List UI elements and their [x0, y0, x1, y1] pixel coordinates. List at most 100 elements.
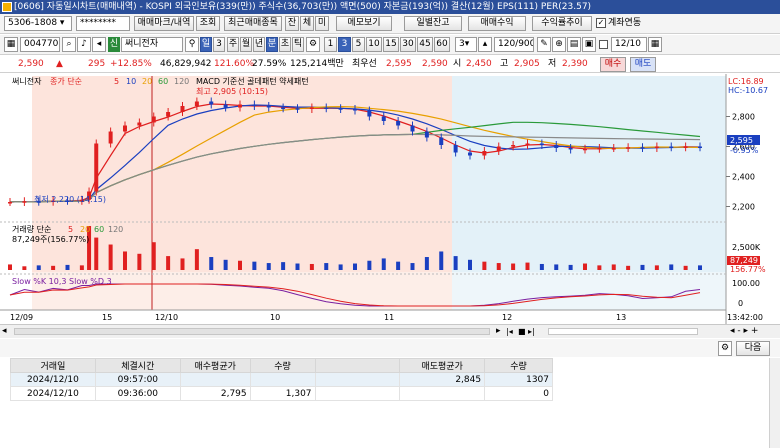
- table-row[interactable]: 2024/12/10 09:57:00 2,845 1307: [10, 372, 553, 387]
- period-minute-button[interactable]: 분: [266, 37, 278, 52]
- date-checkbox[interactable]: [599, 40, 608, 49]
- prev-stock-icon[interactable]: ◂: [92, 37, 106, 52]
- period-day-button[interactable]: 일: [200, 37, 212, 52]
- vol-ma5-legend: 5: [68, 225, 73, 234]
- volume-bar: [554, 264, 559, 270]
- table-row[interactable]: 2024/12/10 09:36:00 2,795 1,307 0: [10, 386, 553, 401]
- period-month-button[interactable]: 월: [240, 37, 252, 52]
- trade-marks-button[interactable]: 매매마크/내역: [134, 16, 194, 31]
- balance-button[interactable]: 잔: [285, 16, 299, 31]
- increment-icon[interactable]: ▴: [478, 37, 492, 52]
- scroll-right-icon[interactable]: ▸: [496, 326, 501, 337]
- account-select[interactable]: 5306-1808 ▾: [4, 16, 72, 31]
- search-icon[interactable]: ⌕: [62, 37, 76, 52]
- minute-option-45[interactable]: 45: [417, 37, 433, 52]
- profit-trend-button[interactable]: 수익률추이: [532, 16, 592, 31]
- stop-icon[interactable]: ■: [518, 326, 526, 337]
- zoom-icon[interactable]: ⊕: [552, 37, 566, 52]
- candle-body: [511, 145, 516, 147]
- memo-button[interactable]: 메모보기: [336, 16, 392, 31]
- stoch-axis-bottom: 0: [738, 299, 743, 308]
- price-legend-label: 종가 단순: [50, 76, 82, 86]
- period-year-button[interactable]: 년: [253, 37, 265, 52]
- period-second-button[interactable]: 초: [279, 37, 291, 52]
- gear-icon[interactable]: ⚙: [718, 341, 732, 356]
- volume-bar: [338, 264, 343, 270]
- volume-bar: [51, 265, 56, 270]
- daily-balance-button[interactable]: 일별잔고: [404, 16, 462, 31]
- chart-scrollbar[interactable]: [14, 328, 490, 335]
- volume-legend-label: 거래량 단순: [12, 224, 51, 234]
- x-label-12: 12: [502, 313, 512, 322]
- trade-profit-button[interactable]: 매매수익: [468, 16, 526, 31]
- x-label-time: 13:42:00: [727, 313, 763, 322]
- sell-button[interactable]: 매도: [630, 57, 656, 72]
- period-week-button[interactable]: 주: [227, 37, 239, 52]
- candle-body: [8, 202, 12, 204]
- settings-icon[interactable]: ⚙: [306, 37, 320, 52]
- volume-bar: [424, 257, 429, 270]
- volume-bar: [669, 264, 674, 270]
- minute-option-10[interactable]: 10: [366, 37, 382, 52]
- current-price: 2,590: [18, 59, 44, 69]
- vol-ma120-legend: 120: [108, 225, 123, 234]
- hc-label: HC:-10.67: [728, 86, 768, 95]
- pin-icon[interactable]: ⚲: [185, 37, 199, 52]
- speaker-icon[interactable]: ♪: [77, 37, 91, 52]
- password-field[interactable]: ********: [76, 16, 130, 31]
- layout-icon[interactable]: ▦: [4, 37, 18, 52]
- stoch-legend: Slow %K 10,3 Slow %D 3: [12, 277, 112, 286]
- period-tick-button[interactable]: 틱: [292, 37, 304, 52]
- grid-icon[interactable]: ▤: [567, 37, 581, 52]
- next-button[interactable]: 다음: [736, 341, 770, 356]
- zoom-controls-icon[interactable]: ◂ - ▸ +: [730, 325, 758, 337]
- volume-bar: [295, 263, 300, 270]
- unfilled-button[interactable]: 미: [315, 16, 329, 31]
- date-input[interactable]: 12/10: [611, 37, 647, 52]
- minute-option-30[interactable]: 30: [400, 37, 416, 52]
- minute-option-5[interactable]: 5: [352, 37, 365, 52]
- buy-button[interactable]: 매수: [600, 57, 626, 72]
- candle-body: [309, 107, 314, 109]
- candle-body: [683, 146, 688, 148]
- volume-bar: [108, 244, 113, 270]
- first-page-icon[interactable]: |◂: [506, 326, 513, 337]
- candle-body: [583, 148, 587, 151]
- volume-bar: [65, 264, 70, 270]
- query-button[interactable]: 조회: [196, 16, 220, 31]
- volume-bar: [252, 261, 257, 270]
- minute-option-15[interactable]: 15: [383, 37, 399, 52]
- minute-option-3[interactable]: 3: [338, 37, 351, 52]
- volume-bar: [238, 260, 242, 270]
- candle-body: [137, 122, 142, 126]
- ma10-legend: 10: [126, 77, 136, 86]
- account-link-checkbox[interactable]: ✓: [596, 18, 606, 28]
- last-page-icon[interactable]: ▸|: [528, 326, 535, 337]
- fill-button[interactable]: 체: [300, 16, 314, 31]
- chart-tools-icon[interactable]: ✎: [537, 37, 551, 52]
- volume-bar: [79, 265, 84, 270]
- stock-code-input[interactable]: 004770: [20, 37, 60, 52]
- current-price-tag-text: 2,595: [730, 136, 753, 145]
- cell-time: 09:57:00: [94, 372, 181, 387]
- scroll-left-icon[interactable]: ◂: [2, 326, 7, 337]
- turnover-rate: 27.59%: [252, 59, 287, 69]
- price-chart-area[interactable]: 2,800 2,600 2,400 2,200 써니전자 종가 단순 5 10 20 …: [0, 74, 780, 336]
- save-icon[interactable]: ▣: [582, 37, 596, 52]
- window-title: [0606] 자동일시차트(매매내역) - KOSPI 외국인보유(339(만)…: [14, 2, 592, 12]
- count-input[interactable]: 120/900: [494, 37, 534, 52]
- zoom-slider[interactable]: [548, 328, 698, 335]
- app-icon: [2, 2, 12, 12]
- minute-select[interactable]: 3▾: [455, 37, 477, 52]
- trade-list-toolbar: ⚙ 다음: [0, 339, 780, 357]
- candle-body: [698, 146, 702, 148]
- candle-body: [266, 106, 271, 108]
- table-scrollbar[interactable]: [769, 358, 780, 448]
- calendar-icon[interactable]: ▦: [648, 37, 662, 52]
- cell-buy-qty: [249, 372, 316, 387]
- interval-value[interactable]: 3: [213, 37, 225, 52]
- minute-option-1[interactable]: 1: [324, 37, 337, 52]
- minute-option-60[interactable]: 60: [434, 37, 450, 52]
- recent-items-button[interactable]: 최근매매종목: [224, 16, 282, 31]
- col-sell-qty: 수량: [484, 358, 553, 373]
